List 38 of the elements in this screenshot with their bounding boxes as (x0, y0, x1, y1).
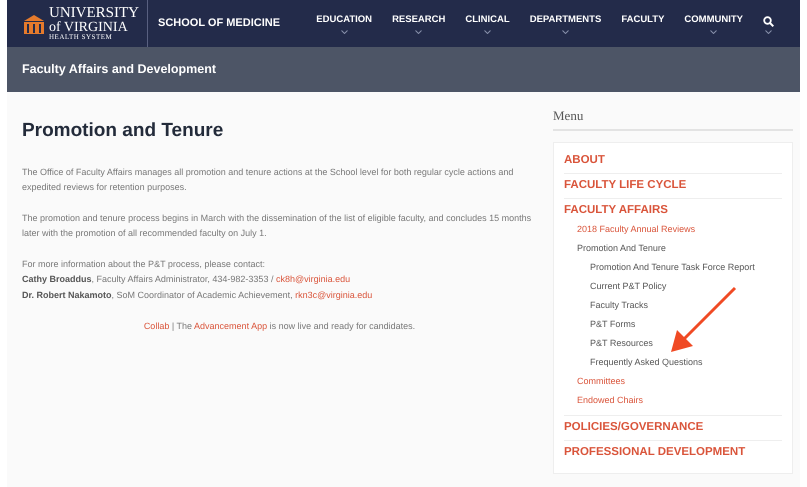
menu-item[interactable]: 2018 Faculty Annual Reviews (564, 220, 696, 238)
nav-item[interactable]: COMMUNITY (674, 0, 753, 47)
notice-text: Collab | The Advancement App is now live and ready for candidates. (142, 320, 416, 334)
contact-intro: For more information about the P&T process, please contact: (22, 258, 266, 271)
caret-icon (765, 30, 772, 34)
body-paragraph: The promotion and tenure process begins in March with the dissemination of the list of eligible faculty, and concludes 15 months later with the promotion of all recommended faculty on July 1. (22, 212, 532, 240)
email-link[interactable]: ck8h@virginia.edu (276, 274, 350, 284)
menu-item[interactable]: PROFESSIONAL DEVELOPMENT (564, 444, 746, 460)
menu-item[interactable]: POLICIES/GOVERNANCE (564, 420, 704, 434)
nav-item[interactable]: EDUCATION (306, 0, 382, 47)
arrow-annotation (671, 286, 737, 352)
menu-title: Menu (553, 106, 793, 130)
menu-item[interactable]: Current P&T Policy (564, 276, 666, 296)
menu-item[interactable]: Promotion And Tenure (564, 238, 666, 258)
section-title: Faculty Affairs and Development (22, 61, 216, 78)
menu-item[interactable]: ABOUT (564, 152, 605, 168)
nav-item[interactable]: FACULTY (611, 0, 674, 47)
nav-item[interactable]: RESEARCH (382, 0, 456, 47)
contact-line: Dr. Robert Nakamoto, SoM Coordinator of Academic Achievement, rkn3c@virginia.edu (22, 288, 374, 302)
menu-item[interactable]: P&T Forms (564, 314, 636, 334)
page-heading: Promotion and Tenure (22, 120, 224, 143)
building-icon (23, 12, 45, 34)
body-paragraph: The Office of Faculty Affairs manages all promotion and tenure actions at the School level for both regular cycle actions and expedited reviews for retention purposes. (22, 166, 514, 194)
menu-item[interactable]: Committees (564, 372, 626, 390)
notice-link[interactable]: Advancement App (194, 321, 268, 332)
menu-item[interactable]: Promotion And Tenure Task Force Report (564, 258, 755, 276)
menu-item[interactable]: Endowed Chairs (564, 390, 644, 410)
nav-item[interactable]: CLINICAL (455, 0, 520, 47)
email-link[interactable]: rkn3c@virginia.edu (295, 290, 372, 300)
contact-line: Cathy Broaddus, Faculty Affairs Administrator, 434-982-3353 / ck8h@virginia.edu (22, 273, 352, 286)
nav-item[interactable]: DEPARTMENTS (520, 0, 612, 47)
menu-item[interactable]: Frequently Asked Questions (564, 352, 703, 372)
menu-item[interactable]: FACULTY AFFAIRS (564, 202, 668, 218)
menu-item[interactable]: FACULTY LIFE CYCLE (564, 178, 686, 192)
search-icon (763, 16, 774, 27)
menu-item[interactable]: Faculty Tracks (564, 296, 648, 314)
notice-link[interactable]: Collab (144, 321, 170, 332)
menu-item[interactable]: P&T Resources (564, 334, 653, 352)
